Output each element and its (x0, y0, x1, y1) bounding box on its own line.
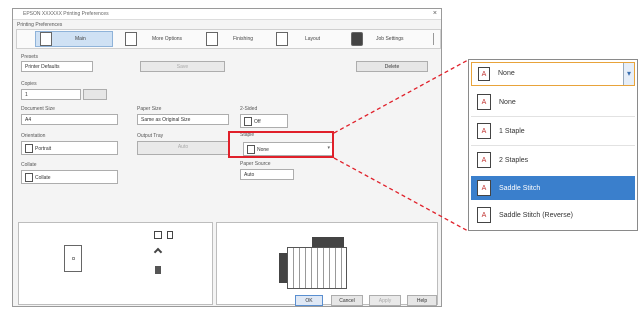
callout-line-top (333, 59, 469, 134)
callout-line-bottom (333, 157, 469, 232)
staple-dropdown-zoom: A None ▾ A None A 1 Staple A 2 Staples A… (468, 59, 638, 231)
staple-option-label: Saddle Stitch (Reverse) (499, 211, 573, 219)
saddle-stitch-reverse-icon: A (477, 207, 491, 223)
one-staple-icon: A (477, 123, 491, 139)
staple-option-none[interactable]: A None (471, 90, 635, 114)
two-staples-icon: A (477, 152, 491, 168)
chevron-down-icon[interactable]: ▾ (623, 63, 634, 85)
divider (471, 145, 635, 146)
staple-option-saddle-stitch[interactable]: A Saddle Stitch (471, 176, 635, 200)
staple-current-value: None (498, 70, 515, 77)
staple-option-saddle-stitch-reverse[interactable]: A Saddle Stitch (Reverse) (471, 203, 635, 227)
divider (471, 116, 635, 117)
staple-option-label: Saddle Stitch (499, 184, 541, 192)
staple-option-1-staple[interactable]: A 1 Staple (471, 119, 635, 143)
staple-option-label: 1 Staple (499, 127, 525, 135)
staple-option-label: None (499, 98, 516, 106)
staple-none-icon: A (477, 94, 491, 110)
staple-option-label: 2 Staples (499, 156, 529, 164)
saddle-stitch-icon: A (477, 180, 491, 196)
staple-dropdown-current[interactable]: A None ▾ (471, 62, 635, 86)
staple-option-2-staples[interactable]: A 2 Staples (471, 148, 635, 172)
staple-none-icon: A (478, 67, 490, 81)
